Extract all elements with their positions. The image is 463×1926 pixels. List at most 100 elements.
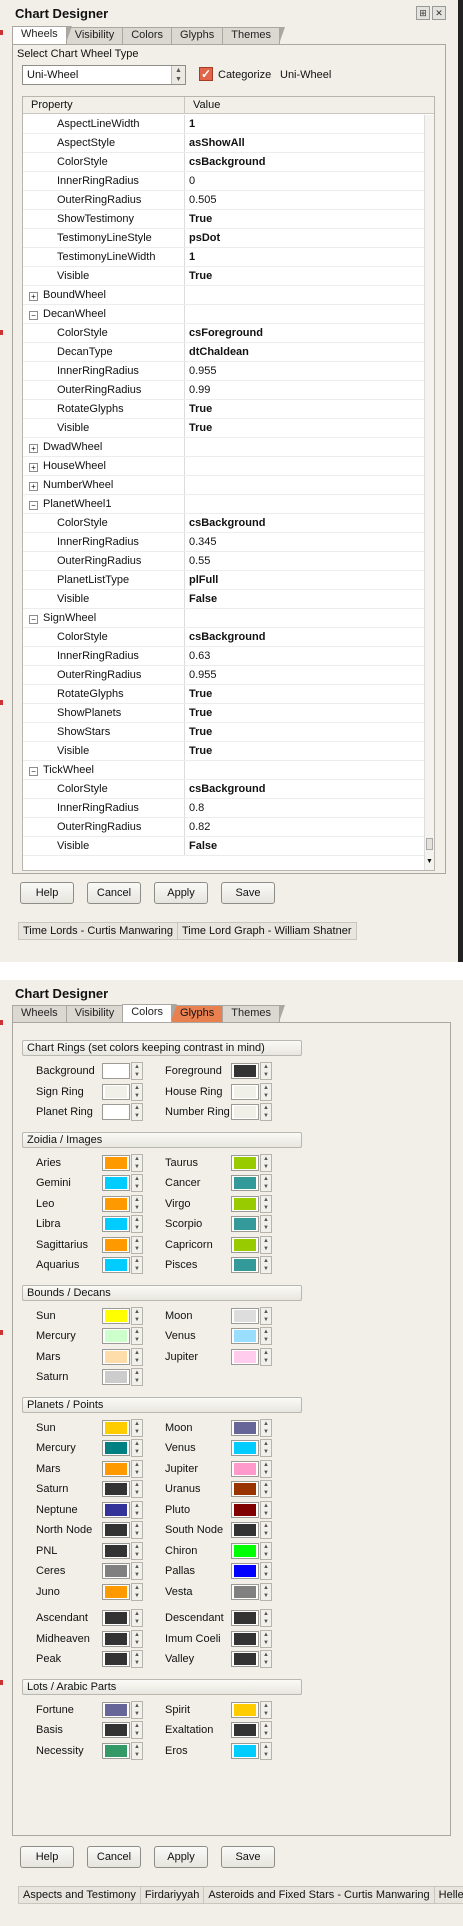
spin-arrows-icon[interactable]: ▲ ▼: [131, 1700, 143, 1719]
color-swatch[interactable]: [231, 1542, 259, 1559]
property-value[interactable]: [185, 305, 189, 323]
tab-glyphs[interactable]: Glyphs: [171, 27, 229, 44]
color-swatch[interactable]: [102, 1542, 130, 1559]
color-swatch[interactable]: [231, 1610, 259, 1626]
property-row[interactable]: Visible True: [23, 419, 425, 438]
property-value[interactable]: 1: [185, 115, 195, 133]
color-swatch[interactable]: [102, 1307, 130, 1324]
property-row[interactable]: AspectLineWidth 1: [23, 115, 425, 134]
property-row[interactable]: InnerRingRadius 0.8: [23, 799, 425, 818]
tab-themes[interactable]: Themes: [222, 27, 285, 44]
spin-arrows-icon[interactable]: ▲ ▼: [131, 1521, 143, 1539]
spin-arrows-icon[interactable]: ▲ ▼: [171, 66, 185, 84]
color-swatch[interactable]: [102, 1195, 130, 1212]
property-row[interactable]: ShowTestimony True: [23, 210, 425, 229]
save-button[interactable]: Save: [221, 882, 275, 904]
tab-visibility[interactable]: Visibility: [65, 1005, 128, 1022]
property-row[interactable]: InnerRingRadius 0.63: [23, 647, 425, 666]
spin-arrows-icon[interactable]: ▲ ▼: [260, 1629, 272, 1648]
property-group-row[interactable]: + BoundWheel: [23, 286, 425, 305]
color-swatch[interactable]: [102, 1610, 130, 1626]
color-swatch[interactable]: [102, 1481, 130, 1497]
spin-arrows-icon[interactable]: ▲ ▼: [260, 1500, 272, 1519]
property-value[interactable]: 0.345: [185, 533, 217, 551]
color-swatch[interactable]: [231, 1104, 259, 1120]
property-group-row[interactable]: − TickWheel: [23, 761, 425, 780]
color-swatch[interactable]: [231, 1701, 259, 1718]
spin-arrows-icon[interactable]: ▲ ▼: [131, 1609, 143, 1627]
spin-arrows-icon[interactable]: ▲ ▼: [131, 1256, 143, 1274]
spin-arrows-icon[interactable]: ▲ ▼: [131, 1062, 143, 1080]
spin-arrows-icon[interactable]: ▲ ▼: [131, 1174, 143, 1192]
color-swatch[interactable]: [102, 1083, 130, 1100]
color-swatch[interactable]: [231, 1195, 259, 1212]
property-row[interactable]: RotateGlyphs True: [23, 400, 425, 419]
spin-arrows-icon[interactable]: ▲ ▼: [260, 1103, 272, 1121]
expand-icon[interactable]: +: [29, 292, 38, 301]
color-swatch[interactable]: [102, 1501, 130, 1518]
spin-arrows-icon[interactable]: ▲ ▼: [260, 1480, 272, 1498]
property-value[interactable]: 0.505: [185, 191, 217, 209]
tab-wheels[interactable]: Wheels: [12, 1005, 72, 1022]
color-swatch[interactable]: [102, 1236, 130, 1253]
property-value[interactable]: [185, 609, 189, 627]
spin-arrows-icon[interactable]: ▲ ▼: [260, 1235, 272, 1254]
spin-arrows-icon[interactable]: ▲ ▼: [131, 1347, 143, 1366]
spin-arrows-icon[interactable]: ▲ ▼: [131, 1368, 143, 1386]
property-value[interactable]: plFull: [185, 571, 218, 589]
spin-arrows-icon[interactable]: ▲ ▼: [260, 1062, 272, 1080]
color-swatch[interactable]: [231, 1236, 259, 1253]
property-row[interactable]: Visible False: [23, 590, 425, 609]
spin-arrows-icon[interactable]: ▲ ▼: [131, 1235, 143, 1254]
property-row[interactable]: Visible True: [23, 742, 425, 761]
spin-arrows-icon[interactable]: ▲ ▼: [131, 1103, 143, 1121]
tab-colors[interactable]: Colors: [122, 27, 177, 44]
property-group-row[interactable]: + DwadWheel: [23, 438, 425, 457]
categorize-checkbox[interactable]: ✓: [199, 67, 213, 81]
property-value[interactable]: csBackground: [185, 628, 265, 646]
spin-arrows-icon[interactable]: ▲ ▼: [131, 1721, 143, 1739]
color-swatch[interactable]: [102, 1440, 130, 1456]
color-swatch[interactable]: [231, 1651, 259, 1667]
property-value[interactable]: True: [185, 742, 212, 760]
property-value[interactable]: 0.82: [185, 818, 210, 836]
doc-tab-aspects[interactable]: Aspects and Testimony: [18, 1886, 141, 1904]
property-group-row[interactable]: − DecanWheel: [23, 305, 425, 324]
color-swatch[interactable]: [102, 1701, 130, 1718]
color-swatch[interactable]: [102, 1583, 130, 1600]
tab-themes[interactable]: Themes: [222, 1005, 285, 1022]
property-value[interactable]: True: [185, 210, 212, 228]
spin-arrows-icon[interactable]: ▲ ▼: [131, 1194, 143, 1213]
apply-button[interactable]: Apply: [154, 882, 208, 904]
property-row[interactable]: InnerRingRadius 0.955: [23, 362, 425, 381]
color-swatch[interactable]: [102, 1522, 130, 1538]
wheel-type-select[interactable]: Uni-Wheel ▲ ▼: [22, 65, 186, 85]
color-swatch[interactable]: [102, 1742, 130, 1759]
property-value[interactable]: 0.63: [185, 647, 210, 665]
property-row[interactable]: ColorStyle csBackground: [23, 153, 425, 172]
property-value[interactable]: True: [185, 685, 212, 703]
property-value[interactable]: 0.955: [185, 666, 217, 684]
tab-visibility[interactable]: Visibility: [65, 27, 128, 44]
property-row[interactable]: InnerRingRadius 0.345: [23, 533, 425, 552]
color-swatch[interactable]: [231, 1563, 259, 1579]
property-value[interactable]: 0.55: [185, 552, 210, 570]
property-value[interactable]: psDot: [185, 229, 220, 247]
cancel-button[interactable]: Cancel: [87, 1846, 141, 1868]
property-grid[interactable]: Property Value AspectLineWidth 1 AspectSty…: [22, 96, 435, 871]
property-row[interactable]: Visible True: [23, 267, 425, 286]
doc-tab-time-lords[interactable]: Time Lords - Curtis Manwaring: [18, 922, 178, 940]
property-value[interactable]: False: [185, 590, 217, 608]
color-swatch[interactable]: [231, 1440, 259, 1456]
spin-arrows-icon[interactable]: ▲ ▼: [260, 1650, 272, 1668]
color-swatch[interactable]: [102, 1630, 130, 1647]
color-swatch[interactable]: [102, 1257, 130, 1273]
color-swatch[interactable]: [231, 1460, 259, 1477]
apply-button[interactable]: Apply: [154, 1846, 208, 1868]
spin-arrows-icon[interactable]: ▲ ▼: [260, 1215, 272, 1233]
property-value[interactable]: 0: [185, 172, 195, 190]
spin-arrows-icon[interactable]: ▲ ▼: [260, 1582, 272, 1601]
color-swatch[interactable]: [231, 1630, 259, 1647]
property-group-row[interactable]: + HouseWheel: [23, 457, 425, 476]
property-row[interactable]: OuterRingRadius 0.82: [23, 818, 425, 837]
